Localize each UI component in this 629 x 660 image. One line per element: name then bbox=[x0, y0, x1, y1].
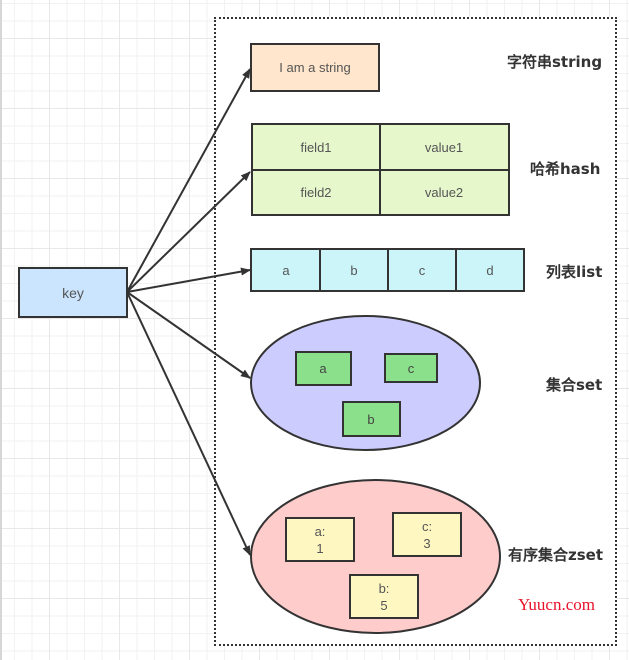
zset-item-score: 1 bbox=[316, 541, 323, 556]
hash-value-cell: value1 bbox=[425, 140, 463, 155]
string-value: I am a string bbox=[279, 60, 351, 75]
list-item: b bbox=[350, 263, 357, 278]
hash-field-cell: field1 bbox=[300, 140, 331, 155]
hash-value-cell: value2 bbox=[425, 185, 463, 200]
list-item: c bbox=[419, 263, 426, 278]
arrow-to-zset bbox=[126, 291, 251, 556]
zset-item-member: b: bbox=[379, 581, 390, 596]
list-item: d bbox=[486, 263, 493, 278]
set-item: c bbox=[408, 361, 415, 376]
zset-node[interactable]: a: 1 c: 3 b: 5 bbox=[250, 479, 501, 634]
list-node[interactable]: a b c d bbox=[250, 248, 525, 292]
arrows bbox=[126, 68, 251, 556]
list-item: a bbox=[282, 263, 290, 278]
zset-type-label: 有序集合zset bbox=[508, 546, 604, 564]
zset-item-score: 3 bbox=[423, 536, 430, 551]
hash-field-cell: field2 bbox=[300, 185, 331, 200]
string-node[interactable]: I am a string bbox=[250, 43, 380, 92]
set-item: a bbox=[319, 361, 327, 376]
zset-item-member: c: bbox=[422, 519, 432, 534]
arrow-to-string bbox=[126, 68, 251, 293]
set-node[interactable]: a c b bbox=[250, 315, 481, 451]
list-type-label: 列表list bbox=[546, 263, 603, 281]
hash-node[interactable]: field1 value1 field2 value2 bbox=[251, 123, 510, 216]
hash-type-label: 哈希hash bbox=[530, 160, 601, 178]
zset-item-member: a: bbox=[315, 524, 326, 539]
arrow-to-set bbox=[126, 291, 251, 379]
set-item: b bbox=[367, 412, 374, 427]
watermark: Yuucn.com bbox=[518, 595, 595, 614]
set-type-label: 集合set bbox=[546, 376, 603, 394]
string-type-label: 字符串string bbox=[507, 53, 603, 71]
key-node[interactable]: key bbox=[18, 267, 128, 318]
zset-item-score: 5 bbox=[380, 598, 387, 613]
key-label: key bbox=[62, 285, 84, 301]
